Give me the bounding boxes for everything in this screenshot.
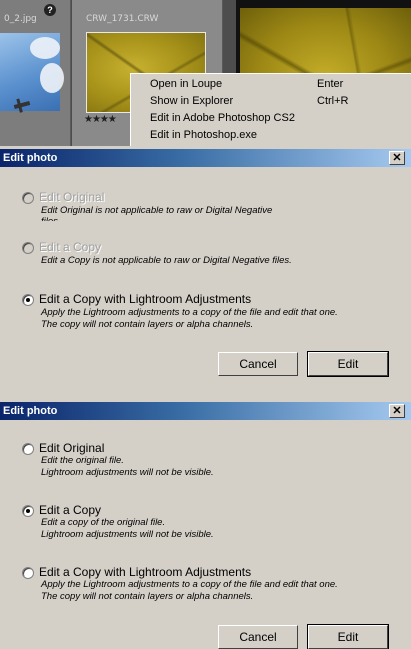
option-label[interactable]: Edit a Copy with Lightroom Adjustments [39, 565, 251, 579]
edit-button[interactable]: Edit [307, 624, 389, 649]
edit-photo-dialog-raw: Edit photo ✕ Edit Original Edit Original… [0, 146, 411, 393]
dialog-titlebar[interactable]: Edit photo ✕ [0, 402, 411, 420]
radio-button[interactable] [22, 567, 34, 579]
radio-button-selected[interactable] [22, 294, 34, 306]
menu-item-show-in-explorer[interactable]: Show in Explorer [150, 93, 233, 110]
option-description: Apply the Lightroom adjustments to a cop… [41, 307, 338, 318]
cell-filename: CRW_1731.CRW [86, 14, 159, 24]
option-description: The copy will not contain layers or alph… [41, 319, 254, 330]
option-label: Edit Original [39, 190, 105, 204]
option-description: Edit the original file. [41, 455, 124, 466]
menu-shortcut: Enter [317, 78, 344, 90]
radio-button-selected[interactable] [22, 505, 34, 517]
option-description: Lightroom adjustments will not be visibl… [41, 467, 214, 478]
menu-item-open-in-loupe[interactable]: Open in Loupe [150, 76, 222, 93]
dialog-titlebar[interactable]: Edit photo ✕ [0, 149, 411, 167]
option-label[interactable]: Edit Original [39, 441, 104, 455]
cancel-button[interactable]: Cancel [218, 625, 298, 649]
radio-button [22, 242, 34, 254]
cell-filename: 0_2.jpg [4, 14, 37, 24]
dialog-title: Edit photo [3, 405, 58, 417]
thumbnail-sky[interactable] [0, 33, 64, 111]
option-description: Edit a Copy is not applicable to raw or … [41, 255, 292, 266]
option-description: Edit Original is not applicable to raw o… [41, 205, 273, 216]
cancel-button[interactable]: Cancel [218, 352, 298, 376]
option-label[interactable]: Edit a Copy with Lightroom Adjustments [39, 292, 251, 306]
menu-shortcut: Ctrl+R [317, 95, 349, 107]
option-description: The copy will not contain layers or alph… [41, 591, 254, 602]
grid-cell[interactable]: 0_2.jpg ? [0, 0, 71, 146]
edit-photo-dialog: Edit photo ✕ Edit Original Edit the orig… [0, 399, 411, 649]
edit-button[interactable]: Edit [307, 351, 389, 377]
radio-button [22, 192, 34, 204]
option-label: Edit a Copy [39, 240, 102, 254]
option-description: Lightroom adjustments will not be visibl… [41, 529, 214, 540]
context-menu: Open in Loupe Enter Show in Explorer Ctr… [130, 73, 411, 147]
close-icon[interactable]: ✕ [389, 404, 405, 418]
option-description: Edit a copy of the original file. [41, 517, 166, 528]
question-badge-icon[interactable]: ? [44, 4, 56, 16]
menu-item-edit-in-photoshop-exe[interactable]: Edit in Photoshop.exe [150, 127, 257, 144]
option-description: files. [41, 216, 61, 227]
menu-item-edit-in-photoshop-cs2[interactable]: Edit in Adobe Photoshop CS2 [150, 110, 295, 127]
star-rating[interactable]: ★★★★ [84, 114, 117, 125]
radio-button[interactable] [22, 443, 34, 455]
option-description: Apply the Lightroom adjustments to a cop… [41, 579, 338, 590]
dialog-title: Edit photo [3, 152, 58, 164]
airplane-icon [13, 100, 31, 110]
option-label[interactable]: Edit a Copy [39, 503, 101, 517]
close-icon[interactable]: ✕ [389, 151, 405, 165]
